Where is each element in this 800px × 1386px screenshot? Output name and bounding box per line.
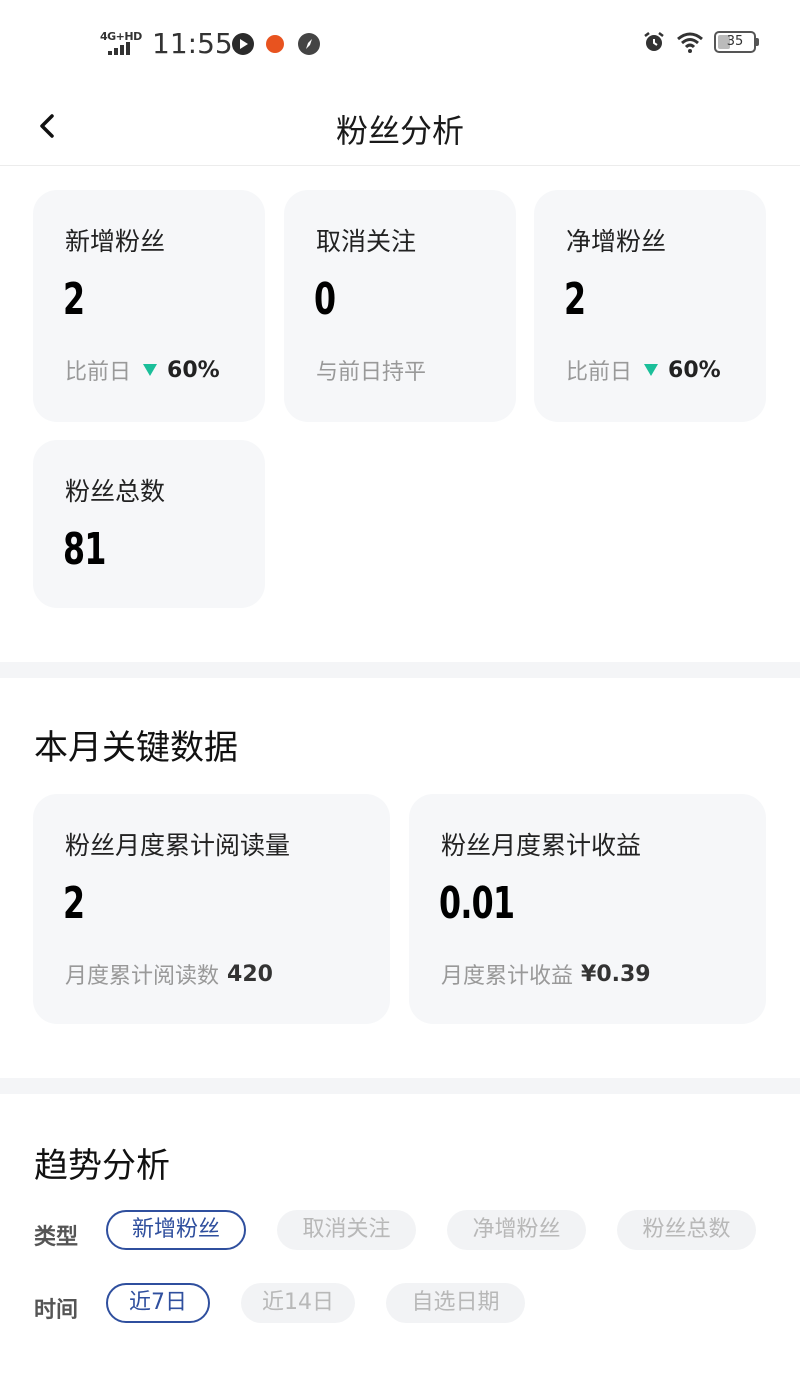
card-label: 新增粉丝: [65, 227, 166, 256]
monthly-earnings-card[interactable]: 粉丝月度累计收益 0.01 月度累计收益 ¥0.39: [409, 794, 766, 1024]
unfollow-card[interactable]: 取消关注 0 与前日持平: [284, 190, 516, 422]
sub-label: 月度累计阅读数: [65, 964, 220, 989]
monthly-reads-card[interactable]: 粉丝月度累计阅读量 2 月度累计阅读数 420: [33, 794, 390, 1024]
status-bar: 4G+HD 11:55 35: [0, 0, 800, 88]
section-divider: [0, 662, 800, 678]
play-icon: [232, 33, 254, 55]
card-label: 净增粉丝: [566, 227, 667, 256]
card-compare: 与前日持平: [316, 354, 426, 386]
trend-section-title: 趋势分析: [34, 1146, 170, 1186]
chip-type-new-followers[interactable]: 新增粉丝: [106, 1210, 246, 1250]
page-title: 粉丝分析: [335, 112, 464, 150]
compass-icon: [298, 33, 320, 55]
sub-value: 420: [227, 961, 273, 987]
battery-level: 35: [726, 34, 744, 49]
battery-icon: 35: [714, 31, 759, 53]
section-divider: [0, 1078, 800, 1094]
card-compare: 比前日 60%: [566, 354, 721, 386]
triangle-down-icon: [143, 364, 158, 376]
signal-icon: 4G+HD: [100, 30, 146, 56]
chip-time-7d[interactable]: 近7日: [106, 1283, 210, 1323]
card-value: 0.01: [439, 878, 515, 929]
card-sub: 月度累计收益 ¥0.39: [441, 958, 651, 990]
wifi-icon: [677, 32, 703, 53]
monthly-section-title: 本月关键数据: [34, 728, 238, 768]
type-filter-label: 类型: [34, 1225, 79, 1250]
card-label: 取消关注: [316, 227, 417, 256]
clock: 11:55: [152, 27, 233, 60]
card-value: 2: [564, 274, 586, 325]
card-compare: 比前日 60%: [65, 354, 220, 386]
chip-type-net-followers[interactable]: 净增粉丝: [447, 1210, 586, 1250]
sub-value: ¥0.39: [581, 961, 651, 987]
new-followers-card[interactable]: 新增粉丝 2 比前日 60%: [33, 190, 265, 422]
triangle-down-icon: [644, 364, 659, 376]
compare-percent: 60%: [167, 357, 220, 383]
compare-text: 比前日: [65, 360, 132, 385]
card-label: 粉丝总数: [65, 477, 166, 506]
card-value: 81: [63, 524, 106, 575]
card-label: 粉丝月度累计阅读量: [65, 831, 291, 860]
card-value: 2: [63, 274, 85, 325]
time-filter-label: 时间: [34, 1298, 79, 1323]
total-followers-card[interactable]: 粉丝总数 81: [33, 440, 265, 608]
net-followers-card[interactable]: 净增粉丝 2 比前日 60%: [534, 190, 766, 422]
chip-time-custom[interactable]: 自选日期: [386, 1283, 525, 1323]
sub-label: 月度累计收益: [441, 964, 574, 989]
app-notification-icon: [266, 35, 284, 53]
chip-type-total-followers[interactable]: 粉丝总数: [617, 1210, 756, 1250]
card-value: 2: [63, 878, 85, 929]
card-value: 0: [314, 274, 336, 325]
alarm-icon: [644, 32, 664, 51]
card-label: 粉丝月度累计收益: [441, 831, 642, 860]
chip-time-14d[interactable]: 近14日: [241, 1283, 355, 1323]
compare-text: 与前日持平: [316, 360, 427, 385]
compare-text: 比前日: [566, 360, 633, 385]
nav-bar: 粉丝分析: [0, 88, 800, 166]
card-sub: 月度累计阅读数 420: [65, 958, 273, 990]
chip-type-unfollow[interactable]: 取消关注: [277, 1210, 416, 1250]
compare-percent: 60%: [668, 357, 721, 383]
